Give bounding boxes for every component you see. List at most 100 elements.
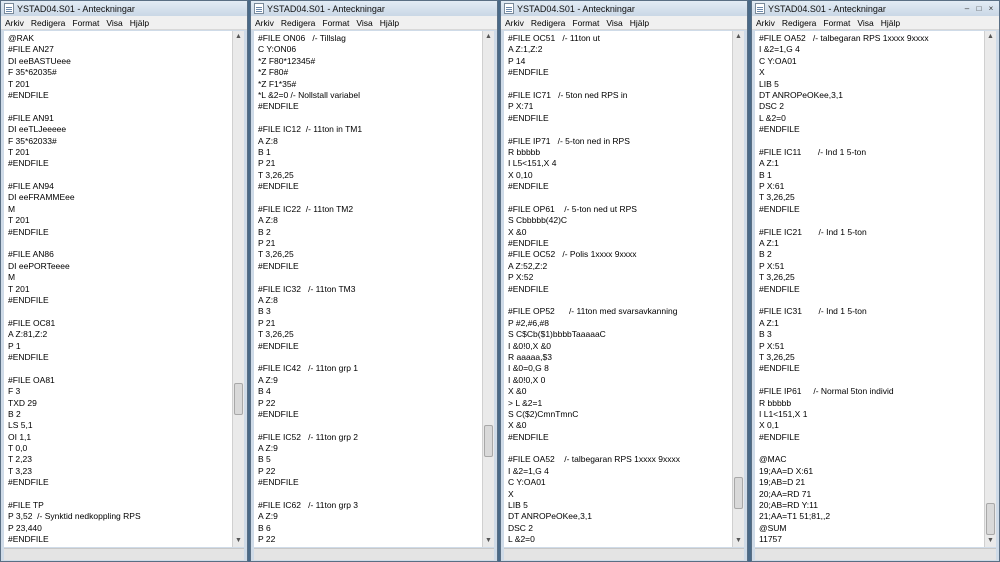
scroll-thumb[interactable] bbox=[234, 383, 243, 415]
notepad-icon bbox=[4, 3, 14, 14]
scroll-down-icon[interactable]: ▼ bbox=[233, 535, 244, 547]
menu-format[interactable]: Format bbox=[823, 18, 850, 28]
menu-hjalp[interactable]: Hjälp bbox=[630, 18, 649, 28]
scroll-down-icon[interactable]: ▼ bbox=[985, 535, 996, 547]
menu-format[interactable]: Format bbox=[72, 18, 99, 28]
text-line bbox=[8, 489, 228, 500]
menu-redigera[interactable]: Redigera bbox=[31, 18, 66, 28]
vertical-scrollbar[interactable]: ▲ ▼ bbox=[984, 31, 996, 547]
menu-format[interactable]: Format bbox=[322, 18, 349, 28]
scroll-up-icon[interactable]: ▲ bbox=[733, 31, 744, 43]
menu-visa[interactable]: Visa bbox=[606, 18, 622, 28]
text-line: R bbbbb bbox=[759, 397, 792, 408]
scroll-down-icon[interactable]: ▼ bbox=[733, 535, 744, 547]
text-line: LIB 5 bbox=[508, 500, 528, 511]
text-line: DSC 2 bbox=[759, 101, 785, 112]
status-bar bbox=[755, 548, 996, 560]
text-line: A Z:8 bbox=[258, 215, 278, 226]
menu-bar: Arkiv Redigera Format Visa Hjälp bbox=[752, 16, 999, 30]
menu-visa[interactable]: Visa bbox=[106, 18, 122, 28]
scroll-up-icon[interactable]: ▲ bbox=[985, 31, 996, 43]
menu-arkiv[interactable]: Arkiv bbox=[756, 18, 775, 28]
scroll-thumb[interactable] bbox=[986, 503, 995, 535]
text-line: B 2 bbox=[258, 226, 271, 237]
text-line: T 3,26,25 bbox=[759, 192, 795, 203]
text-line: T 201 bbox=[8, 146, 30, 157]
text-line: B 3 bbox=[759, 329, 772, 340]
menu-format[interactable]: Format bbox=[572, 18, 599, 28]
menu-bar: Arkiv Redigera Format Visa Hjälp bbox=[501, 16, 747, 30]
title-bar[interactable]: YSTAD04.S01 - Anteckningar – □ × bbox=[752, 1, 999, 16]
vertical-scrollbar[interactable]: ▲ ▼ bbox=[732, 31, 744, 547]
vertical-scrollbar[interactable]: ▲ ▼ bbox=[482, 31, 494, 547]
window-title: YSTAD04.S01 - Anteckningar bbox=[768, 3, 886, 14]
scroll-down-icon[interactable]: ▼ bbox=[483, 535, 494, 547]
menu-hjalp[interactable]: Hjälp bbox=[130, 18, 149, 28]
menu-arkiv[interactable]: Arkiv bbox=[505, 18, 524, 28]
text-line: #FILE AN86 bbox=[8, 249, 54, 260]
text-editor[interactable]: #FILE OA52 /- talbegaran RPS 1xxxx 9xxxx… bbox=[755, 31, 984, 547]
menu-redigera[interactable]: Redigera bbox=[782, 18, 817, 28]
title-bar[interactable]: YSTAD04.S01 - Anteckningar bbox=[501, 1, 747, 16]
text-editor[interactable]: #FILE ON06 /- Tillslag C Y:ON06 *Z F80*123… bbox=[254, 31, 482, 547]
menu-redigera[interactable]: Redigera bbox=[531, 18, 566, 28]
scroll-up-icon[interactable]: ▲ bbox=[233, 31, 244, 43]
notepad-window-3[interactable]: YSTAD04.S01 - Anteckningar Arkiv Rediger… bbox=[500, 0, 748, 562]
text-line: DT ANROPeOKee,3,1 bbox=[508, 511, 592, 522]
text-line: @MAC bbox=[759, 454, 787, 465]
text-line: #FILE OC81 bbox=[8, 317, 56, 328]
text-line: #FILE OC52 /- Polis 1xxxx 9xxxx bbox=[508, 249, 637, 260]
menu-visa[interactable]: Visa bbox=[857, 18, 873, 28]
title-bar[interactable]: YSTAD04.S01 - Anteckningar bbox=[1, 1, 247, 16]
minimize-icon[interactable]: – bbox=[961, 4, 973, 14]
status-bar bbox=[254, 548, 494, 560]
menu-redigera[interactable]: Redigera bbox=[281, 18, 316, 28]
text-line: #ENDFILE bbox=[508, 67, 549, 78]
text-line bbox=[759, 295, 980, 306]
maximize-icon[interactable]: □ bbox=[973, 4, 985, 14]
menu-arkiv[interactable]: Arkiv bbox=[5, 18, 24, 28]
text-line: T 3,26,25 bbox=[258, 249, 294, 260]
text-line: P 14 bbox=[508, 55, 526, 66]
notepad-window-2[interactable]: YSTAD04.S01 - Anteckningar Arkiv Rediger… bbox=[250, 0, 498, 562]
menu-arkiv[interactable]: Arkiv bbox=[255, 18, 274, 28]
text-editor[interactable]: #FILE OC51 /- 11ton ut A Z:1,Z:2 P 14 #ENDF… bbox=[504, 31, 732, 547]
text-line: DI eeFRAMMEee bbox=[8, 192, 75, 203]
text-line: R bbbbb bbox=[508, 146, 541, 157]
vertical-scrollbar[interactable]: ▲ ▼ bbox=[232, 31, 244, 547]
text-line: P 21 bbox=[258, 317, 276, 328]
notepad-window-4[interactable]: YSTAD04.S01 - Anteckningar – □ × Arkiv R… bbox=[751, 0, 1000, 562]
text-line: DI eeBASTUeee bbox=[8, 55, 71, 66]
scroll-thumb[interactable] bbox=[734, 477, 743, 509]
text-line: #ENDFILE bbox=[8, 351, 49, 362]
text-line: #FILE IC62 /- 11ton grp 3 bbox=[258, 500, 359, 511]
close-icon[interactable]: × bbox=[985, 4, 997, 14]
window-title: YSTAD04.S01 - Anteckningar bbox=[267, 3, 385, 14]
text-line: #FILE IC11 /- Ind 1 5-ton bbox=[759, 146, 867, 157]
text-line: B 6 bbox=[258, 522, 271, 533]
text-line: > L &2=1 bbox=[508, 397, 543, 408]
text-editor[interactable]: @RAK #FILE AN27 DI eeBASTUeee F 35*62035# T … bbox=[4, 31, 232, 547]
window-title: YSTAD04.S01 - Anteckningar bbox=[17, 3, 135, 14]
text-line: #ENDFILE bbox=[258, 101, 299, 112]
text-line bbox=[8, 363, 228, 374]
text-line: P X:71 bbox=[508, 101, 534, 112]
scroll-thumb[interactable] bbox=[484, 425, 493, 457]
scroll-up-icon[interactable]: ▲ bbox=[483, 31, 494, 43]
status-bar bbox=[504, 548, 744, 560]
text-line: #ENDFILE bbox=[258, 477, 299, 488]
notepad-window-1[interactable]: YSTAD04.S01 - Anteckningar Arkiv Rediger… bbox=[0, 0, 248, 562]
menu-hjalp[interactable]: Hjälp bbox=[380, 18, 399, 28]
text-line: P 23,440 bbox=[8, 522, 42, 533]
text-line: #FILE IC21 /- Ind 1 5-ton bbox=[759, 226, 867, 237]
text-line: #FILE OP52 /- 11ton med svarsavkanning bbox=[508, 306, 678, 317]
title-bar[interactable]: YSTAD04.S01 - Anteckningar bbox=[251, 1, 497, 16]
text-line: X bbox=[759, 67, 765, 78]
text-line: #ENDFILE bbox=[508, 431, 549, 442]
text-line: #FILE IC42 /- 11ton grp 1 bbox=[258, 363, 359, 374]
text-line: I L1<151,X 1 bbox=[759, 408, 808, 419]
menu-visa[interactable]: Visa bbox=[356, 18, 372, 28]
text-line: #FILE TP bbox=[8, 500, 44, 511]
text-line: #FILE OA52 /- talbegaran RPS 1xxxx 9xxxx bbox=[508, 454, 680, 465]
menu-hjalp[interactable]: Hjälp bbox=[881, 18, 900, 28]
